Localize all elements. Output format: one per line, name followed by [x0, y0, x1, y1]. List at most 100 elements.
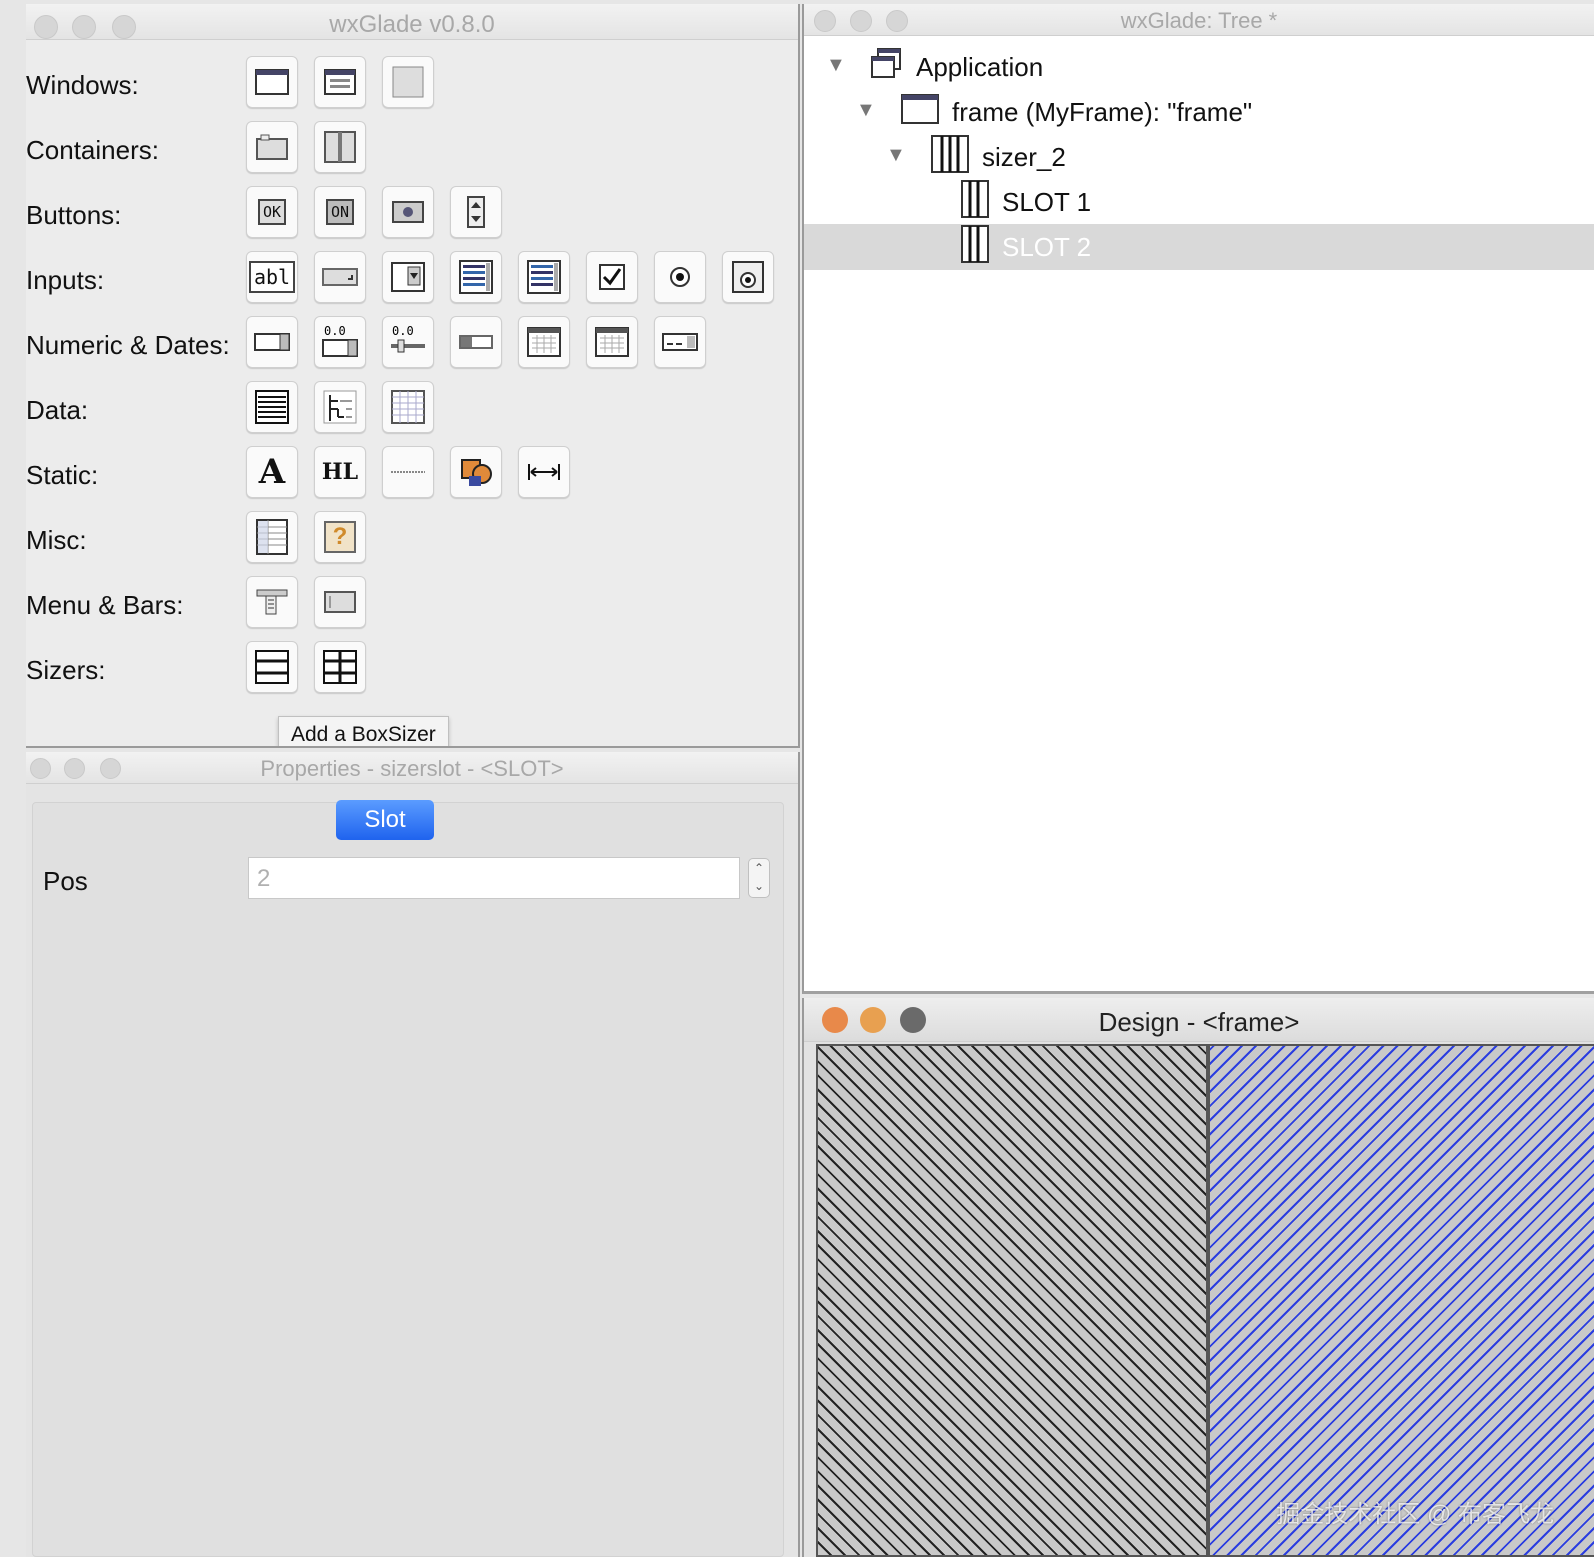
disclosure-triangle-icon[interactable]: ▼ — [856, 99, 876, 122]
property-grid-tool-button[interactable] — [246, 511, 298, 563]
frame-icon — [900, 92, 940, 133]
tree-window: wxGlade: Tree * ▼ Application ▼ frame (M… — [802, 4, 1594, 994]
splitter-tool-button[interactable] — [314, 121, 366, 173]
design-titlebar: Design - <frame> — [804, 998, 1594, 1042]
row-label: Static: — [26, 460, 99, 490]
box-sizer-icon — [255, 650, 289, 684]
radio-box-tool-button[interactable] — [722, 251, 774, 303]
spin-ctrl-double-tool-button[interactable]: 0.0 — [314, 316, 366, 368]
static-bitmap-icon — [461, 459, 492, 486]
palette-row-buttons: Buttons: OK ON — [26, 186, 798, 242]
chevron-down-icon[interactable]: ⌄ — [749, 877, 769, 895]
list-box-icon — [459, 260, 493, 294]
static-bitmap-tool-button[interactable] — [450, 446, 502, 498]
choice-tool-button[interactable] — [382, 251, 434, 303]
pos-label: Pos — [43, 866, 88, 896]
palette-window: wxGlade v0.8.0 Windows: Containers: Butt… — [26, 4, 800, 748]
design-slot-1[interactable] — [816, 1044, 1208, 1557]
properties-panel — [32, 802, 784, 1557]
palette-row-data: Data: — [26, 381, 798, 437]
tree-ctrl-icon — [323, 390, 357, 424]
row-label: Data: — [26, 395, 89, 425]
tree-node-label: SLOT 2 — [1002, 231, 1092, 262]
list-ctrl-tool-button[interactable] — [246, 381, 298, 433]
checkbox-tool-button[interactable] — [586, 251, 638, 303]
tree-node-application[interactable]: ▼ Application — [826, 44, 1043, 90]
watermark: 掘金技术社区 @ 布客飞龙 — [1276, 1501, 1554, 1528]
palette-titlebar: wxGlade v0.8.0 — [26, 4, 798, 40]
properties-title: Properties - sizerslot - <SLOT> — [260, 756, 564, 781]
menubar-icon — [256, 589, 288, 615]
box-sizer-tool-button[interactable] — [246, 641, 298, 693]
palette-row-misc: Misc: ? — [26, 511, 798, 567]
spin-button-tool-button[interactable] — [450, 186, 502, 238]
generic-calendar-tool-button[interactable] — [586, 316, 638, 368]
tree-node-label: sizer_2 — [982, 141, 1066, 172]
palette-row-static: Static: A HL — [26, 446, 798, 502]
calendar-tool-button[interactable] — [518, 316, 570, 368]
chevron-up-icon[interactable]: ⌃ — [749, 859, 769, 877]
bitmap-button-tool-button[interactable] — [382, 186, 434, 238]
static-text-tool-button[interactable]: A — [246, 446, 298, 498]
tree-ctrl-tool-button[interactable] — [314, 381, 366, 433]
list-box-tool-button[interactable] — [450, 251, 502, 303]
gauge-tool-button[interactable] — [450, 316, 502, 368]
spin-ctrl-tool-button[interactable] — [246, 316, 298, 368]
tree-node-slot-1[interactable]: SLOT 1 — [960, 179, 1091, 225]
hyperlink-tool-button[interactable]: HL — [314, 446, 366, 498]
tree-node-slot-2[interactable]: SLOT 2 — [804, 224, 1594, 270]
button-tool-button[interactable]: OK — [246, 186, 298, 238]
check-list-box-tool-button[interactable] — [518, 251, 570, 303]
bitmap-button-icon — [392, 201, 424, 223]
menubar-tool-button[interactable] — [246, 576, 298, 628]
design-slot-2[interactable] — [1208, 1044, 1594, 1557]
row-label: Windows: — [26, 70, 139, 100]
combo-box-tool-button[interactable] — [314, 251, 366, 303]
date-picker-tool-button[interactable] — [654, 316, 706, 368]
custom-widget-icon: ? — [324, 521, 356, 553]
notebook-tool-button[interactable] — [246, 121, 298, 173]
tree-node-frame[interactable]: ▼ frame (MyFrame): "frame" — [856, 89, 1252, 135]
palette-row-sizers: Sizers: — [26, 641, 798, 697]
toolbar-tool-button[interactable] — [314, 576, 366, 628]
tree-titlebar: wxGlade: Tree * — [804, 4, 1594, 36]
palette-row-numeric-dates: Numeric & Dates: 0.0 0.0 — [26, 316, 798, 372]
row-label: Buttons: — [26, 200, 122, 230]
radio-button-tool-button[interactable] — [654, 251, 706, 303]
grid-sizer-tool-button[interactable] — [314, 641, 366, 693]
palette-row-containers: Containers: — [26, 121, 798, 177]
hyperlink-icon: HL — [321, 459, 359, 485]
radio-box-icon — [732, 261, 764, 293]
panel-icon — [392, 66, 424, 98]
pos-field[interactable]: 2 — [248, 857, 740, 899]
grid-tool-button[interactable] — [382, 381, 434, 433]
dialog-icon — [324, 69, 356, 95]
tree-node-sizer-2[interactable]: ▼ sizer_2 — [886, 134, 1066, 180]
text-ctrl-tool-button[interactable]: abl — [246, 251, 298, 303]
disclosure-triangle-icon[interactable]: ▼ — [886, 144, 906, 167]
tab-slot[interactable]: Slot — [336, 800, 434, 840]
ok-button-icon: OK — [257, 199, 287, 225]
tree-node-label: SLOT 1 — [1002, 186, 1092, 217]
checkbox-icon — [599, 264, 625, 290]
static-line-tool-button[interactable] — [382, 446, 434, 498]
toggle-button-tool-button[interactable]: ON — [314, 186, 366, 238]
custom-widget-tool-button[interactable]: ? — [314, 511, 366, 563]
row-label: Numeric & Dates: — [26, 330, 230, 360]
toolbar-icon — [324, 591, 356, 613]
palette-row-inputs: Inputs: abl — [26, 251, 798, 307]
calendar-icon — [527, 327, 561, 357]
grid-icon — [391, 390, 425, 424]
spacer-tool-button[interactable] — [518, 446, 570, 498]
panel-tool-button[interactable] — [382, 56, 434, 108]
slider-icon: 0.0 — [391, 324, 425, 353]
slider-tool-button[interactable]: 0.0 — [382, 316, 434, 368]
disclosure-triangle-icon[interactable]: ▼ — [826, 54, 846, 77]
dialog-tool-button[interactable] — [314, 56, 366, 108]
static-text-icon: A — [258, 452, 286, 492]
splitter-icon — [324, 131, 356, 163]
pos-stepper[interactable]: ⌃ ⌄ — [748, 858, 770, 898]
palette-row-windows: Windows: — [26, 56, 798, 112]
spin-ctrl-double-icon: 0.0 — [322, 324, 358, 357]
frame-tool-button[interactable] — [246, 56, 298, 108]
